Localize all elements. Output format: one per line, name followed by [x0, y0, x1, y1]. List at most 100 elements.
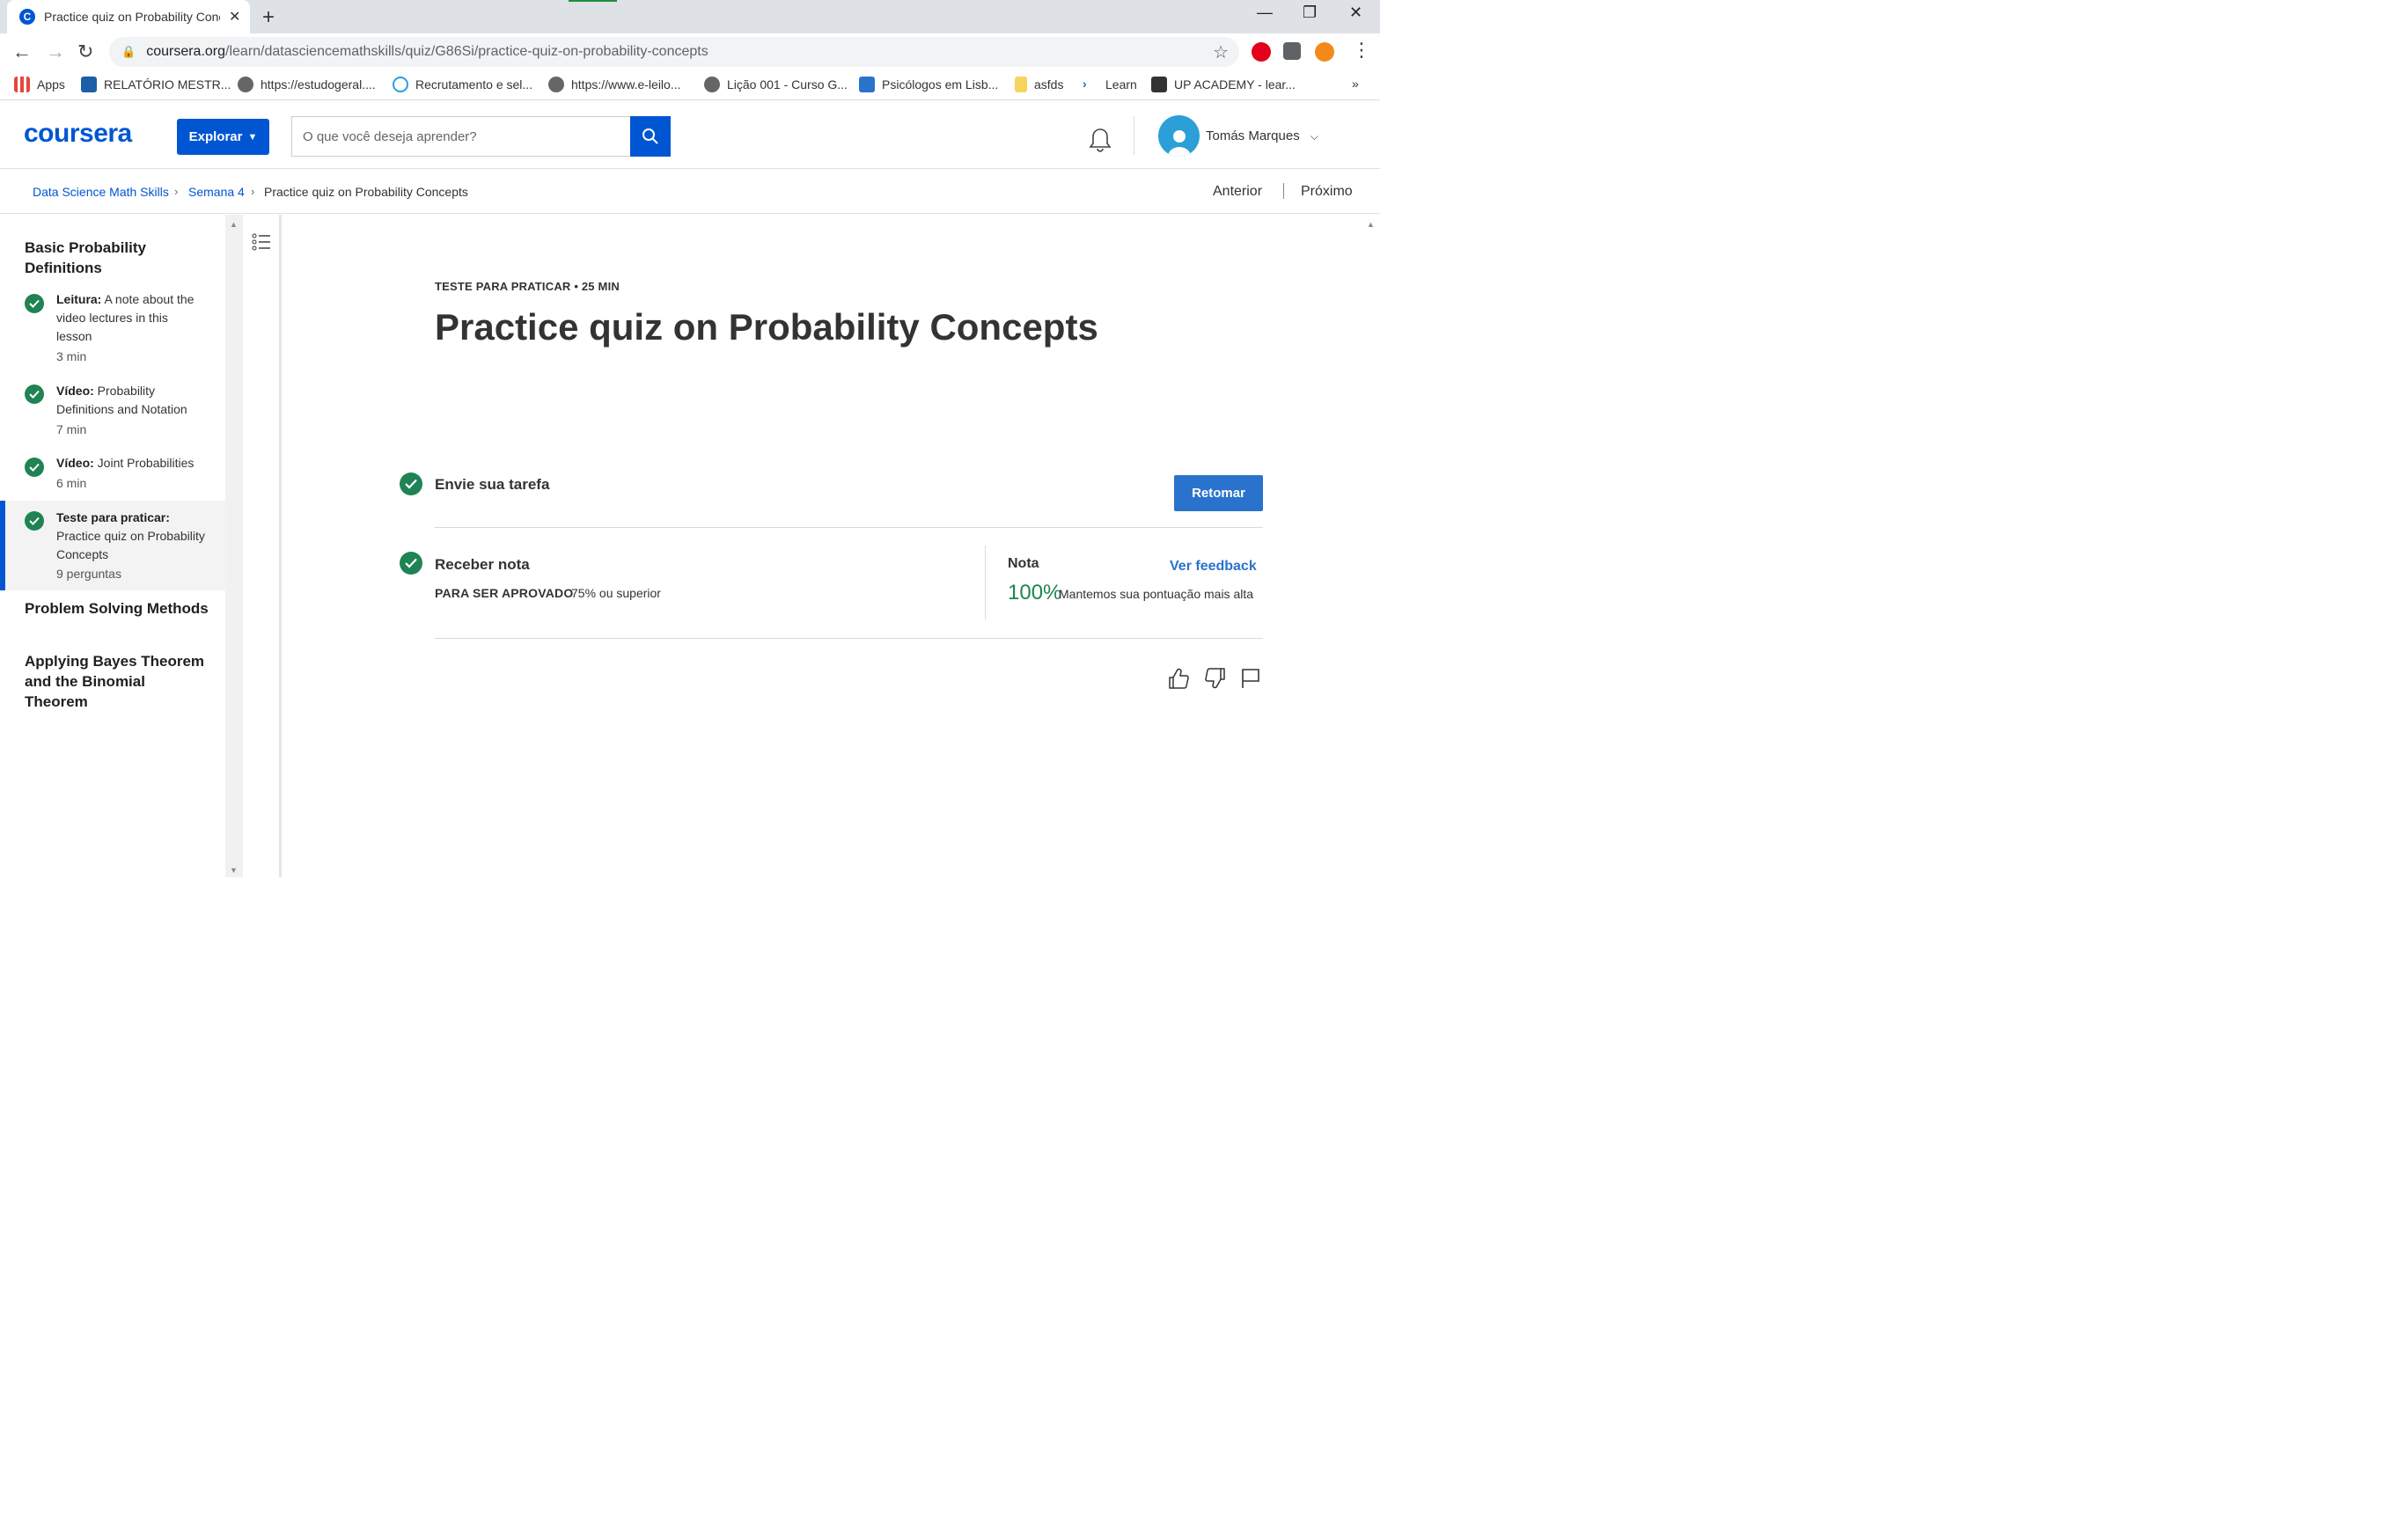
- bookmark-favicon: [81, 77, 97, 92]
- site-header: coursera Explorar ▼ O que você deseja ap…: [0, 101, 1380, 169]
- vertical-divider: [985, 546, 986, 619]
- bookmark-relatorio[interactable]: RELATÓRIO MESTR...: [81, 77, 231, 92]
- more-bookmarks-icon[interactable]: »: [1352, 77, 1359, 91]
- search-button[interactable]: [630, 116, 671, 157]
- sidebar-item-duration: 3 min: [56, 349, 87, 363]
- globe-icon: [238, 77, 253, 92]
- sidebar-item-video-definitions[interactable]: Vídeo: Probability Definitions and Notat…: [0, 380, 225, 438]
- tg-icon: [393, 77, 408, 92]
- bookmark-label: Psicólogos em Lisb...: [882, 77, 999, 92]
- breadcrumb-week[interactable]: Semana 4: [188, 185, 245, 199]
- sidebar-item-label: Teste para praticar: Practice quiz on Pr…: [56, 510, 205, 561]
- browser-toolbar: ← → ↻ 🔒 coursera.org/learn/datasciencema…: [0, 33, 1380, 70]
- bookmarks-bar: Apps RELATÓRIO MESTR... https://estudoge…: [0, 70, 1380, 100]
- globe-icon: [548, 77, 564, 92]
- scroll-down-icon[interactable]: ▼: [230, 866, 238, 875]
- notification-bell-icon[interactable]: [1088, 126, 1112, 152]
- resume-button[interactable]: Retomar: [1174, 475, 1263, 511]
- restore-icon[interactable]: ❐: [1303, 4, 1317, 22]
- browser-menu-icon[interactable]: ⋮: [1352, 39, 1371, 62]
- breadcrumb: Data Science Math Skills › Semana 4 › Pr…: [0, 169, 1380, 214]
- bookmark-estudogeral[interactable]: https://estudogeral....: [238, 77, 376, 92]
- scroll-up-icon[interactable]: ▲: [1367, 220, 1375, 229]
- passing-value: 75% ou superior: [571, 586, 661, 600]
- thumbs-down-icon[interactable]: [1204, 667, 1227, 690]
- toc-toggle-column: [243, 215, 282, 877]
- passing-label: PARA SER APROVADO: [435, 586, 574, 600]
- sidebar-item-label: Leitura: A note about the video lectures…: [56, 292, 195, 343]
- tab-strip-indicator: [569, 0, 617, 2]
- sidebar-section-title[interactable]: Applying Bayes Theorem and the Binomial …: [25, 651, 209, 712]
- reload-icon[interactable]: ↻: [77, 40, 93, 63]
- new-tab-icon[interactable]: +: [262, 5, 275, 30]
- bookmark-learn[interactable]: › Learn: [1083, 77, 1137, 92]
- chevron-down-icon: ▼: [247, 131, 258, 143]
- bookmark-asfds[interactable]: asfds: [1015, 77, 1063, 92]
- address-bar[interactable]: 🔒 coursera.org/learn/datasciencemathskil…: [109, 37, 1239, 67]
- sidebar-item-duration: 6 min: [56, 476, 87, 490]
- search-input[interactable]: O que você deseja aprender?: [291, 116, 631, 157]
- completed-check-icon: [25, 294, 44, 313]
- completed-check-icon: [400, 552, 422, 575]
- bookmark-recrutamento[interactable]: Recrutamento e sel...: [393, 77, 532, 92]
- scroll-up-icon[interactable]: ▲: [230, 220, 238, 229]
- browser-tab[interactable]: C Practice quiz on Probability Conc ✕: [7, 0, 250, 33]
- bookmark-label: Apps: [37, 77, 65, 92]
- bookmark-label: https://estudogeral....: [261, 77, 376, 92]
- completed-check-icon: [400, 472, 422, 495]
- view-feedback-link[interactable]: Ver feedback: [1170, 559, 1257, 575]
- search-icon: [642, 128, 658, 144]
- page-title: Practice quiz on Probability Concepts: [435, 306, 1098, 348]
- search-placeholder: O que você deseja aprender?: [303, 128, 477, 144]
- minimize-icon[interactable]: —: [1257, 4, 1273, 22]
- forward-icon[interactable]: →: [46, 40, 65, 63]
- sidebar-scrollbar[interactable]: ▲ ▼: [225, 215, 243, 877]
- next-link[interactable]: Próximo: [1301, 184, 1353, 200]
- close-tab-icon[interactable]: ✕: [229, 8, 240, 26]
- bookmark-upacademy[interactable]: UP ACADEMY - lear...: [1151, 77, 1296, 92]
- sidebar-item-video-joint[interactable]: Vídeo: Joint Probabilities 6 min: [0, 454, 225, 494]
- breadcrumb-chevron-icon: ›: [174, 185, 179, 198]
- flag-icon[interactable]: [1239, 667, 1262, 690]
- completed-check-icon: [25, 385, 44, 404]
- completed-check-icon: [25, 458, 44, 477]
- chevron-down-icon: ⌵: [1310, 130, 1318, 143]
- user-menu[interactable]: Tomás Marques ⌵: [1206, 128, 1318, 143]
- main-scrollbar[interactable]: ▲: [1362, 215, 1380, 877]
- sidebar-item-reading[interactable]: Leitura: A note about the video lectures…: [0, 287, 225, 366]
- extensions-puzzle-icon[interactable]: [1283, 42, 1301, 60]
- sidebar-item-duration: 9 perguntas: [56, 567, 121, 581]
- bookmark-label: asfds: [1034, 77, 1064, 92]
- bookmark-apps[interactable]: Apps: [14, 77, 65, 92]
- explore-button[interactable]: Explorar ▼: [177, 119, 269, 155]
- avatar[interactable]: [1158, 115, 1200, 157]
- terminal-icon: [1151, 77, 1167, 92]
- sidebar-section-title[interactable]: Problem Solving Methods: [25, 598, 209, 619]
- adblock-extension-icon[interactable]: [1252, 42, 1271, 62]
- sidebar-item-practice-quiz[interactable]: Teste para praticar: Practice quiz on Pr…: [0, 501, 225, 590]
- grade-label: Nota: [1008, 556, 1039, 571]
- thumbs-up-icon[interactable]: [1167, 667, 1190, 690]
- coursera-logo[interactable]: coursera: [24, 119, 132, 149]
- bookmark-label: Lição 001 - Curso G...: [727, 77, 848, 92]
- browser-tab-bar: C Practice quiz on Probability Conc ✕ + …: [0, 0, 1380, 33]
- breadcrumb-course[interactable]: Data Science Math Skills: [33, 185, 169, 199]
- list-icon[interactable]: [252, 232, 271, 252]
- bookmark-licao[interactable]: Lição 001 - Curso G...: [704, 77, 848, 92]
- profile-extension-icon[interactable]: [1315, 42, 1334, 62]
- grade-value: 100%: [1008, 581, 1062, 604]
- bookmark-label: Recrutamento e sel...: [415, 77, 533, 92]
- previous-link[interactable]: Anterior: [1213, 184, 1262, 200]
- sidebar-section-title[interactable]: Basic Probability Definitions: [25, 238, 209, 278]
- bookmark-label: UP ACADEMY - lear...: [1174, 77, 1296, 92]
- bookmark-star-icon[interactable]: ☆: [1213, 41, 1229, 63]
- url-path: /learn/datasciencemathskills/quiz/G86Si/…: [225, 44, 708, 59]
- user-name: Tomás Marques: [1206, 128, 1300, 143]
- close-window-icon[interactable]: ✕: [1349, 4, 1362, 22]
- back-icon[interactable]: ←: [12, 40, 32, 63]
- nav-divider: [1283, 183, 1284, 199]
- folder-icon: [1015, 77, 1027, 92]
- bookmark-eleilo[interactable]: https://www.e-leilo...: [548, 77, 681, 92]
- bookmark-psicologos[interactable]: Psicólogos em Lisb...: [859, 77, 998, 92]
- url-host: coursera.org: [146, 44, 226, 59]
